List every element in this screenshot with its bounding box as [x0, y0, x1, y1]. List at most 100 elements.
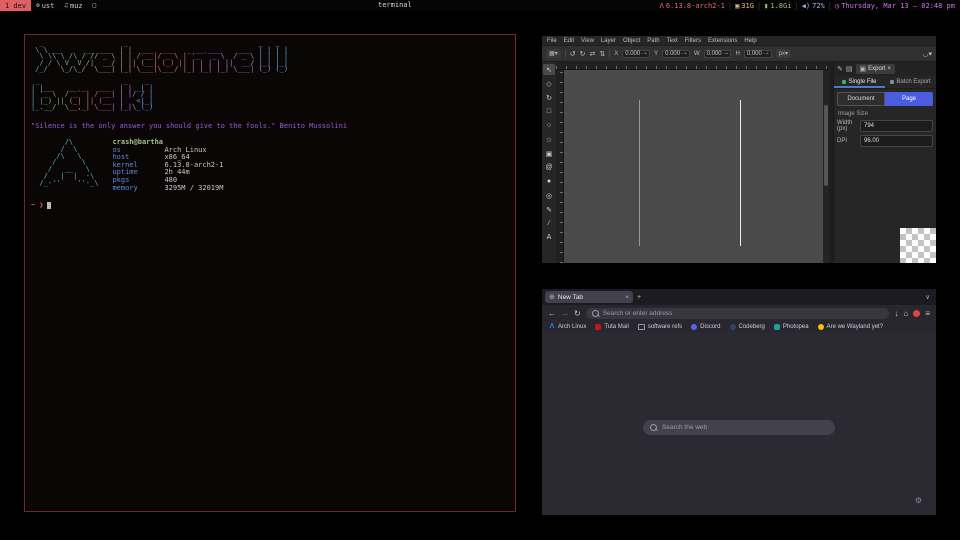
document-button[interactable]: Document: [837, 92, 885, 106]
downloads-icon[interactable]: ↓: [894, 309, 898, 318]
reload-button[interactable]: ↻: [574, 309, 581, 318]
h-spinbox[interactable]: 0.000 −+: [744, 50, 772, 58]
star-tool-icon[interactable]: ☆: [543, 134, 555, 145]
menu-edit[interactable]: Edit: [564, 38, 574, 44]
text-tool-icon[interactable]: A: [543, 232, 555, 243]
export-dialog-tab[interactable]: ▣ Export ×: [856, 64, 895, 74]
tab-batch-export[interactable]: Batch Export: [885, 76, 936, 88]
menu-path[interactable]: Path: [647, 38, 659, 44]
units-dropdown[interactable]: px▾: [776, 49, 791, 58]
x-spinbox[interactable]: 0.000 −+: [622, 50, 650, 58]
y-label: Y: [654, 51, 658, 57]
close-tab-icon[interactable]: ×: [625, 294, 629, 301]
image-size-label: Image Size: [834, 108, 936, 119]
bookmark-arch-linux[interactable]: Λ Arch Linux: [549, 324, 586, 330]
separator: |: [757, 2, 761, 10]
snap-icon[interactable]: ◡▾: [922, 50, 932, 58]
new-tab-button[interactable]: +: [637, 294, 641, 301]
bookmark-are-we-wayland-yet[interactable]: Are we Wayland yet?: [818, 324, 883, 330]
dpi-input[interactable]: 96.00: [860, 135, 933, 147]
bookmark-tuta-mail[interactable]: Tuta Mail: [595, 324, 628, 330]
page-border-left: [639, 100, 640, 246]
navigation-bar: ← → ↻ Search or enter address ↓ ⌂ ≡: [542, 305, 936, 321]
page-border-right: [740, 100, 741, 246]
pencil-icon[interactable]: ✎: [837, 65, 843, 73]
square-icon: □: [93, 2, 97, 9]
rotate-cw-icon[interactable]: ↻: [580, 50, 586, 58]
menu-view[interactable]: View: [581, 38, 594, 44]
vertical-scrollbar[interactable]: [823, 70, 829, 263]
y-value: 0.000: [665, 51, 680, 57]
canvas[interactable]: [564, 70, 823, 263]
rotate-ccw-icon[interactable]: ↺: [570, 50, 576, 58]
search-icon: [592, 310, 599, 317]
menu-object[interactable]: Object: [623, 38, 640, 44]
tab-label: Batch Export: [896, 79, 930, 85]
inkscape-window: File Edit View Layer Object Path Text Fi…: [542, 36, 936, 263]
menu-extensions[interactable]: Extensions: [708, 38, 737, 44]
h-value: 0.000: [747, 51, 762, 57]
newtab-search-box[interactable]: Search the web: [643, 420, 835, 435]
box-tool-icon[interactable]: ▣: [543, 148, 555, 159]
export-panel: ✎ ▤ ▣ Export × Single File Batc: [833, 62, 936, 263]
paint-bucket-tool-icon[interactable]: ●: [543, 176, 555, 187]
menu-icon[interactable]: ≡: [925, 309, 930, 318]
search-icon: [650, 424, 657, 431]
tab-single-file[interactable]: Single File: [834, 76, 885, 88]
flip-vertical-icon[interactable]: ⇅: [599, 50, 605, 58]
fetch-info: crash@bartha os Arch Linux host x86_64 k…: [112, 139, 223, 192]
width-input[interactable]: 794: [860, 120, 933, 132]
export-area-buttons: Document Page: [834, 89, 936, 108]
volume-module[interactable]: ◀) 72%: [802, 2, 825, 10]
extension-icon[interactable]: [913, 310, 920, 317]
shell-prompt[interactable]: ~ ❯: [31, 201, 509, 209]
workspace-muz[interactable]: ♫ muz: [59, 0, 87, 11]
bookmark-photopea[interactable]: Photopea: [774, 324, 809, 330]
swatches-icon[interactable]: ▤: [846, 65, 853, 73]
gradient-tool-icon[interactable]: ◎: [543, 190, 555, 201]
url-bar[interactable]: Search or enter address: [586, 308, 890, 319]
arch-ascii-logo: /\ / \ /\ \ / \ / __ \ / | | -\ /_-'' ''…: [31, 139, 98, 192]
bookmark-codeberg[interactable]: Codeberg: [730, 324, 765, 330]
kernel-module: Λ 6.13.8-arch2-1: [660, 2, 725, 10]
w-spinbox[interactable]: 0.000 −+: [704, 50, 732, 58]
workspace-ust[interactable]: ⚙ ust: [31, 0, 59, 11]
list-tabs-icon[interactable]: ∨: [925, 293, 933, 301]
personalize-gear-icon[interactable]: ⚙: [915, 496, 922, 505]
terminal-window[interactable]: _ _ _ _ \ \ __ __ ___ | | ___ ___ _ __ _…: [24, 34, 516, 512]
menu-text[interactable]: Text: [667, 38, 678, 44]
page-button[interactable]: Page: [885, 92, 933, 106]
menu-help[interactable]: Help: [744, 38, 756, 44]
select-mode-dropdown[interactable]: ▦▾: [546, 49, 561, 58]
desktop: 1 dev ⚙ ust ♫ muz □ terminal Λ 6.13.8-ar…: [0, 0, 960, 540]
pencil-tool-icon[interactable]: ✎: [543, 204, 555, 215]
scrollbar-handle[interactable]: [824, 105, 828, 186]
rectangle-tool-icon[interactable]: □: [543, 106, 555, 117]
flip-horizontal-icon[interactable]: ⇄: [589, 50, 595, 58]
menu-layer[interactable]: Layer: [601, 38, 616, 44]
tab-new-tab[interactable]: ⊕ New Tab ×: [545, 291, 633, 303]
menu-filters[interactable]: Filters: [685, 38, 701, 44]
forward-button[interactable]: →: [561, 309, 569, 318]
ellipse-tool-icon[interactable]: ○: [543, 120, 555, 131]
bookmark-discord[interactable]: Discord: [691, 324, 720, 330]
home-icon[interactable]: ⌂: [903, 309, 908, 318]
node-tool-icon[interactable]: ◇: [543, 78, 555, 89]
tab-title: New Tab: [558, 294, 583, 301]
spiral-tool-icon[interactable]: @: [543, 162, 555, 173]
y-spinbox[interactable]: 0.000 −+: [662, 50, 690, 58]
stepper-icons[interactable]: −+: [641, 51, 647, 57]
bookmark-folder-software-refs[interactable]: software refs: [638, 324, 682, 330]
stepper-icons[interactable]: −+: [723, 51, 729, 57]
workspace-dev[interactable]: 1 dev: [0, 0, 31, 11]
calligraphy-tool-icon[interactable]: ∕: [543, 218, 555, 229]
back-button[interactable]: ←: [548, 309, 556, 318]
shape-builder-tool-icon[interactable]: ↻: [543, 92, 555, 103]
close-icon[interactable]: ×: [887, 66, 891, 72]
separator: |: [728, 2, 732, 10]
selector-tool-icon[interactable]: ↖: [543, 64, 555, 75]
workspace-empty[interactable]: □: [88, 0, 102, 11]
menu-file[interactable]: File: [547, 38, 557, 44]
stepper-icons[interactable]: −+: [763, 51, 769, 57]
stepper-icons[interactable]: −+: [681, 51, 687, 57]
